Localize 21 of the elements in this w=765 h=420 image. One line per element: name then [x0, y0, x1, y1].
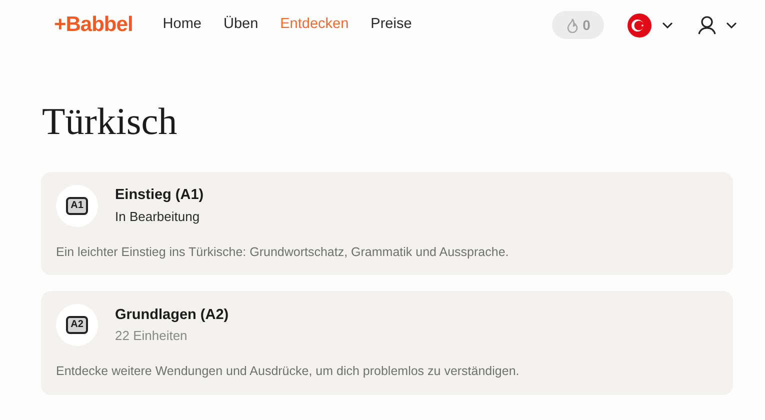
course-description: Entdecke weitere Wendungen und Ausdrücke, um dich problemlos zu verständigen.: [56, 363, 520, 380]
course-description: Ein leichter Einstieg ins Türkische: Grundwortschatz, Grammatik und Aussprache.: [56, 244, 510, 261]
course-title: Einstieg (A1): [115, 186, 204, 205]
nav-link[interactable]: Preise: [370, 14, 412, 36]
chevron-down-icon: [662, 22, 673, 28]
course-title: Grundlagen (A2): [115, 306, 229, 325]
chevron-down-icon: [726, 22, 737, 28]
course-card[interactable]: A1 Einstieg (A1) In Bearbeitung Ein leichter Einstieg ins Türkische: Grundwortschatz, Grammatik und Aussprache.: [41, 172, 733, 276]
level-badge: A1: [66, 196, 88, 215]
nav-link[interactable]: Home: [162, 14, 202, 36]
flame-icon: [566, 18, 579, 32]
level-badge: A2: [66, 316, 88, 334]
course-card[interactable]: A2 Grundlagen (A2) 22 Einheiten Entdecke weitere Wendungen und Ausdrücke, um dich problemlos zu verständigen.: [41, 291, 733, 396]
nav-link[interactable]: Üben: [223, 14, 258, 36]
page-title: Türkisch: [42, 100, 178, 145]
user-menu-button[interactable]: [697, 15, 737, 35]
course-status: In Bearbeitung: [115, 208, 201, 226]
flag-icon: [627, 12, 652, 38]
language-button[interactable]: [627, 12, 673, 38]
user-icon: [697, 15, 717, 35]
course-status: 22 Einheiten: [115, 327, 188, 346]
